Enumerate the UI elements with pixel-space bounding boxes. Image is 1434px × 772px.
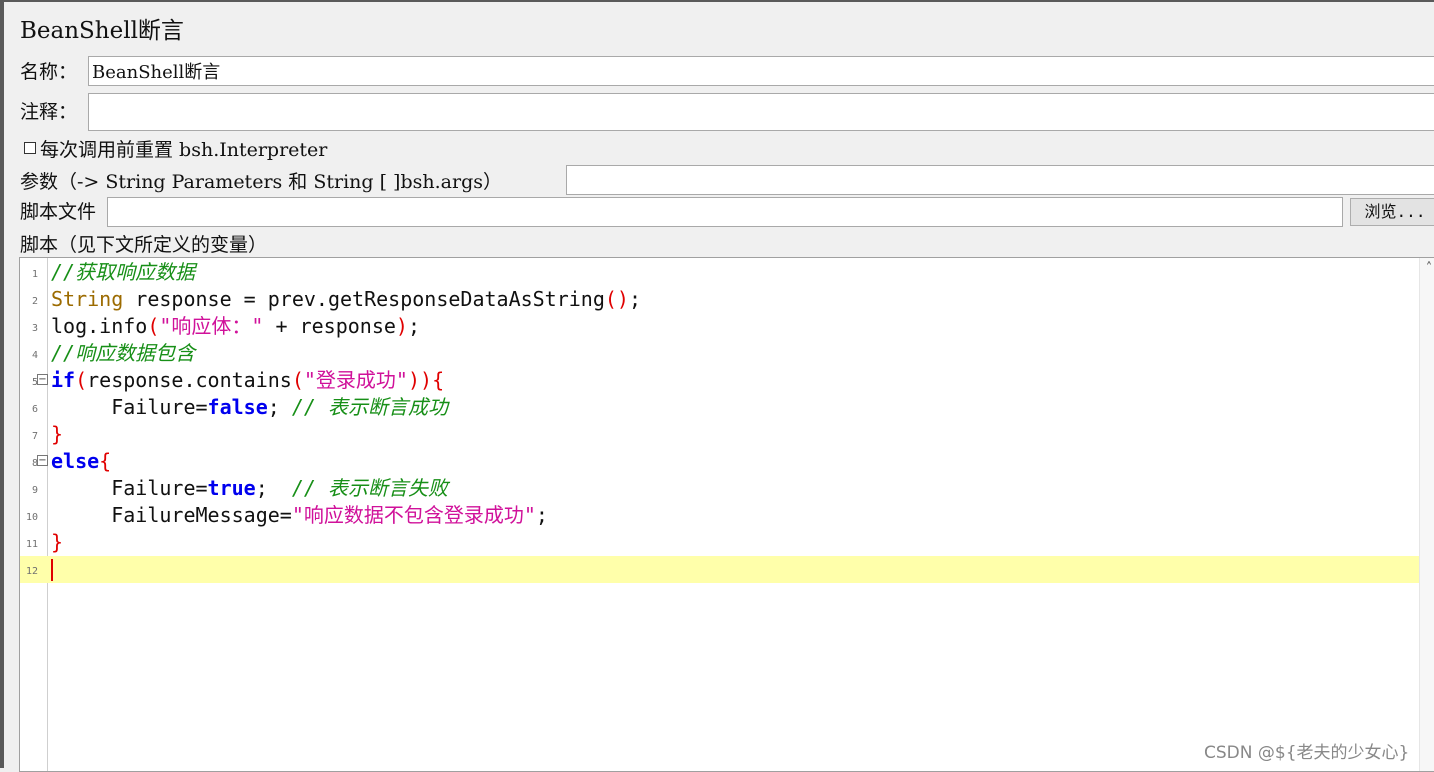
line-number: 8 — [31, 458, 38, 469]
reset-interpreter-checkbox[interactable] — [24, 142, 36, 154]
code-line[interactable]: 4 //响应数据包含 — [20, 340, 1420, 367]
code-text: Failure=true; // 表示断言失败 — [51, 476, 448, 500]
code-line[interactable]: 9 Failure=true; // 表示断言失败 — [20, 475, 1420, 502]
parameters-label: 参数（-> String Parameters 和 String [ ]bsh.… — [20, 171, 502, 193]
code-text: String response = prev.getResponseDataAs… — [51, 287, 642, 311]
script-label: 脚本（见下文所定义的变量） — [20, 234, 268, 256]
code-text: } — [51, 530, 64, 554]
line-number: 3 — [31, 323, 38, 334]
vertical-scrollbar[interactable]: ˄ — [1419, 258, 1434, 771]
code-line[interactable]: 12 — [20, 556, 1420, 583]
name-label: 名称： — [20, 61, 78, 83]
script-editor[interactable]: 1 //获取响应数据 2 String response = prev.getResp… — [19, 257, 1434, 772]
browse-button[interactable]: 浏览... — [1350, 198, 1434, 226]
assertion-panel: BeanShell断言 名称： 注释： 每次调用前重置 bsh.Interpre… — [0, 0, 1434, 772]
parameters-input[interactable] — [566, 165, 1434, 195]
line-number: 12 — [25, 566, 38, 577]
reset-interpreter-label: 每次调用前重置 bsh.Interpreter — [40, 139, 328, 161]
line-number: 1 — [31, 269, 38, 280]
code-text: if(response.contains("登录成功")){ — [51, 368, 445, 392]
code-line[interactable]: 11} — [20, 529, 1420, 556]
watermark: CSDN @${老夫的少女心} — [1204, 743, 1410, 763]
code-text: } — [51, 422, 64, 446]
line-number: 2 — [31, 296, 38, 307]
line-number: 4 — [31, 350, 38, 361]
code-line[interactable]: 8− else{ — [20, 448, 1420, 475]
line-number: 6 — [31, 404, 38, 415]
code-line[interactable]: 2 String response = prev.getResponseDataA… — [20, 286, 1420, 313]
line-number: 7 — [31, 431, 38, 442]
code-text: //响应数据包含 — [51, 341, 196, 365]
code-line[interactable]: 1 //获取响应数据 — [20, 259, 1420, 286]
fold-toggle-icon[interactable]: − — [37, 374, 48, 385]
fold-toggle-icon[interactable]: − — [37, 455, 48, 466]
text-caret — [51, 559, 53, 581]
comment-input[interactable] — [88, 93, 1434, 131]
code-text: Failure=false; // 表示断言成功 — [51, 395, 448, 419]
line-number: 11 — [25, 539, 38, 550]
code-text: log.info("响应体：" + response); — [51, 314, 421, 338]
code-line[interactable]: 10 FailureMessage="响应数据不包含登录成功"; — [20, 502, 1420, 529]
line-number: 5 — [31, 377, 38, 388]
name-input[interactable] — [88, 56, 1434, 86]
code-line[interactable]: 7} — [20, 421, 1420, 448]
script-file-label: 脚本文件 — [20, 201, 97, 223]
code-text: FailureMessage="响应数据不包含登录成功"; — [51, 503, 548, 527]
panel-title: BeanShell断言 — [20, 18, 184, 44]
comment-label: 注释： — [20, 101, 78, 123]
scroll-up-icon[interactable]: ˄ — [1420, 260, 1434, 278]
line-number: 10 — [25, 512, 38, 523]
script-file-input[interactable] — [107, 197, 1343, 227]
code-line[interactable]: 5− if(response.contains("登录成功")){ — [20, 367, 1420, 394]
code-line[interactable]: 3 log.info("响应体：" + response); — [20, 313, 1420, 340]
code-text: else{ — [51, 449, 112, 473]
line-number: 9 — [31, 485, 38, 496]
code-text: //获取响应数据 — [51, 260, 196, 284]
code-line[interactable]: 6 Failure=false; // 表示断言成功 — [20, 394, 1420, 421]
